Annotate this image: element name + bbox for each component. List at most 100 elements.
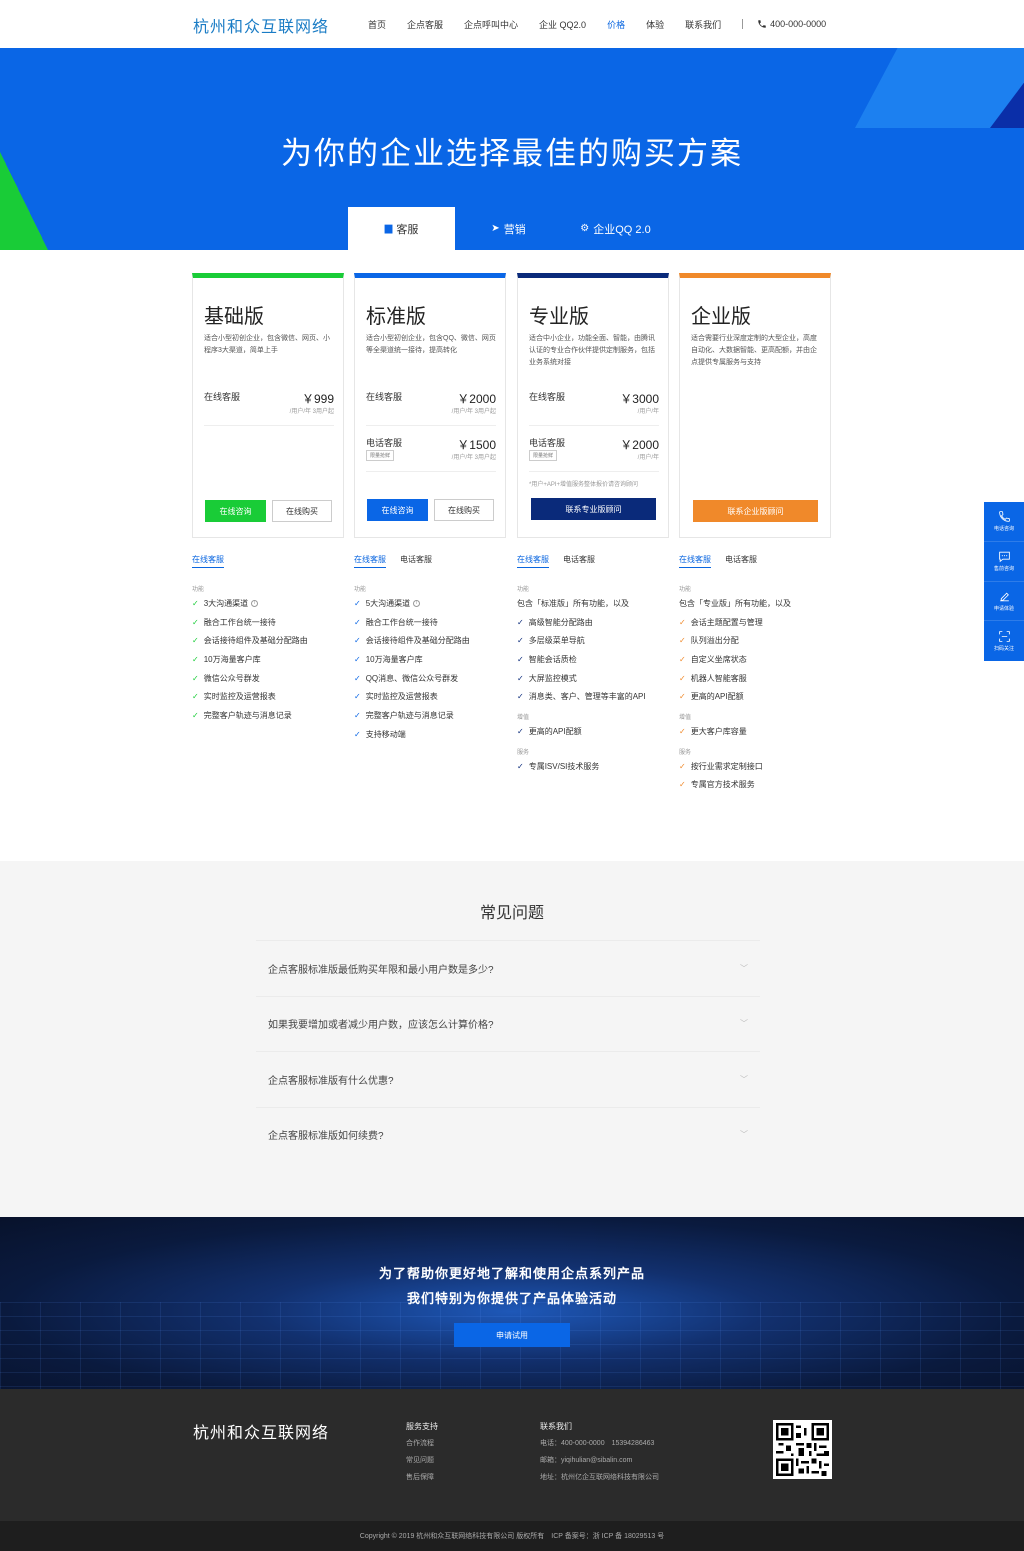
side-label: 申请体验 [993,605,1014,612]
price-row-online: 在线客服 ￥999 /用户/年 3用户起 [204,390,334,424]
nav-enterprise-qq[interactable]: 企业 QQ2.0 [539,18,586,31]
plan-description: 适合需要行业深度定制的大型企业，高度自动化、大数据智能、更高配额，并由企点提供专… [691,335,817,366]
feature-label: 自定义坐席状态 [690,654,747,664]
feature-tabs: 在线客服 电话客服 [679,554,831,568]
tab-enterprise-qq[interactable]: ⚙ 企业QQ 2.0 [562,207,669,250]
feature-label: 会话接待组件及基础分配路由 [203,636,308,646]
nav-home[interactable]: 首页 [368,18,386,31]
plan-name: 专业版 [529,306,589,328]
consult-button[interactable]: 在线咨询 [367,499,428,521]
feature-item: ✓ 会话接待组件及基础分配路由 [354,631,506,650]
footer-link-faq[interactable]: 常见问题 [406,1455,438,1472]
feature-tabs: 在线客服 [192,554,344,568]
feature-label: 更高的API配额 [528,726,582,736]
check-icon: ✓ [517,673,524,683]
faq-item[interactable]: 企点客服标准版如何续费? ﹀ [256,1106,760,1163]
feature-item: ✓ 大屏监控模式 [517,669,669,688]
check-icon: ✓ [354,692,361,702]
tab-marketing[interactable]: ➤ 营销 [455,207,562,250]
feature-tab-online[interactable]: 在线客服 [192,554,224,568]
feature-item: ✓ 完整客户轨迹与消息记录 [192,706,344,725]
price-label: 在线客服 [366,392,403,402]
faq-item[interactable]: 如果我要增加或者减少用户数，应该怎么计算价格? ﹀ [256,995,760,1052]
side-apply-trial[interactable]: 申请体验 [984,582,1024,622]
consult-button[interactable]: 在线咨询 [205,500,266,522]
check-icon: ✓ [354,729,361,739]
nav-pricing[interactable]: 价格 [607,18,625,31]
cta-headline: 为了帮助你更好地了解和使用企点系列产品 [378,1266,645,1281]
feature-column-professional: 在线客服 电话客服 功能 包含「标准版」所有功能，以及 ✓ 高级智能分配路由 ✓ 多… [517,554,669,776]
footer-address: 地址：杭州亿企互联网络科技有限公司 [540,1474,659,1481]
plan-name: 企业版 [691,306,751,328]
feature-item: ✓ 完整客户轨迹与消息记录 [354,706,506,725]
feature-label: 高级智能分配路由 [528,617,593,627]
feature-group-title: 功能 [192,587,205,593]
feature-item: ✓ 按行业需求定制接口 [679,757,831,776]
feature-column-enterprise: 在线客服 电话客服 功能 包含「专业版」所有功能，以及 ✓ 会话主题配置与管理 ✓… [679,554,831,794]
side-presales-consult[interactable]: 售前咨询 [984,542,1024,582]
feature-item: ✓ 更高的API配额 [679,687,831,706]
nav-contact[interactable]: 联系我们 [685,18,721,31]
chevron-down-icon: ﹀ [740,1130,748,1140]
apply-trial-button[interactable]: 申请试用 [454,1323,570,1347]
feature-tab-phone[interactable]: 电话客服 [400,554,432,568]
footer-link-process[interactable]: 合作流程 [406,1438,438,1455]
price-value: ￥1500 [457,438,496,452]
send-icon: ➤ [491,223,500,234]
feature-tab-online[interactable]: 在线客服 [354,554,386,568]
feature-item: ✓ 融合工作台统一接待 [354,613,506,632]
feature-item: ✓ QQ消息、微信公众号群发 [354,669,506,688]
nav-experience[interactable]: 体验 [646,18,664,31]
feature-label: 消息类、客户、管理等丰富的API [528,692,646,702]
feature-tab-phone[interactable]: 电话客服 [563,554,595,568]
check-icon: ✓ [354,598,361,608]
plan-name: 标准版 [366,306,426,328]
footer-service-column: 服务支持 合作流程 常见问题 售后保障 [406,1421,438,1489]
faq-item[interactable]: 企点客服标准版最低购买年限和最小用户数是多少? ﹀ [256,940,760,996]
check-icon: ✓ [679,636,686,646]
feature-group-title: 功能 [354,587,367,593]
side-label: 电话咨询 [993,526,1014,533]
footer-link-aftersales[interactable]: 售后保障 [406,1472,438,1489]
feature-group-title: 功能 [679,587,692,593]
tab-service[interactable]: ▆ 客服 [348,207,455,250]
contact-enterprise-advisor-button[interactable]: 联系企业版顾问 [693,500,818,522]
faq-question: 企点客服标准版最低购买年限和最小用户数是多少? [268,964,494,976]
side-scan-follow[interactable]: 扫码关注 [984,621,1024,661]
feature-label: 更大客户库容量 [690,726,747,736]
buy-button[interactable]: 在线购买 [434,499,494,521]
faq-section: 常见问题 企点客服标准版最低购买年限和最小用户数是多少? ﹀ 如果我要增加或者减少… [0,861,1024,1217]
site-logo[interactable]: 杭州和众互联网络 [193,13,329,37]
header: 杭州和众互联网络 首页 企点客服 企点呼叫中心 企业 QQ2.0 价格 体验 联… [0,0,1024,48]
feature-label: 多层级菜单导航 [528,636,585,646]
nav-phone[interactable]: 400-000-0000 [757,19,826,29]
feature-tab-online[interactable]: 在线客服 [517,554,549,568]
feature-label: 更高的API配额 [690,692,744,702]
price-divider [204,425,334,426]
feature-label: 10万海量客户库 [365,654,423,664]
feature-item: ✓ 高级智能分配路由 [517,613,669,632]
nav-qidian-service[interactable]: 企点客服 [407,18,443,31]
nav-call-center[interactable]: 企点呼叫中心 [464,18,518,31]
side-phone-consult[interactable]: 电话咨询 [984,502,1024,542]
info-icon[interactable]: i [413,599,421,607]
check-icon: ✓ [517,636,524,646]
check-icon: ✓ [354,636,361,646]
faq-item[interactable]: 企点客服标准版有什么优惠? ﹀ [256,1051,760,1107]
price-row-online: 在线客服 ￥2000 /用户/年 3用户起 [366,390,496,424]
feature-item: ✓ 专属官方技术服务 [679,776,831,795]
feature-label: 队列溢出分配 [690,636,739,646]
hero-light-shape [855,48,1024,128]
price-unit: /用户/年 3用户起 [289,409,334,415]
check-icon: ✓ [192,636,199,646]
feature-group-title: 增值 [679,715,692,722]
feature-tab-online[interactable]: 在线客服 [679,554,711,568]
tab-enterprise-qq-label: 企业QQ 2.0 [593,223,651,236]
contact-pro-advisor-button[interactable]: 联系专业版顾问 [531,498,656,520]
buy-button[interactable]: 在线购买 [272,500,332,522]
price-label: 在线客服 [204,392,241,402]
feature-tab-phone[interactable]: 电话客服 [725,554,757,568]
price-unit: /用户/年 3用户起 [451,455,496,461]
feature-item: ✓ 智能会话质检 [517,650,669,669]
info-icon[interactable]: i [251,599,259,607]
